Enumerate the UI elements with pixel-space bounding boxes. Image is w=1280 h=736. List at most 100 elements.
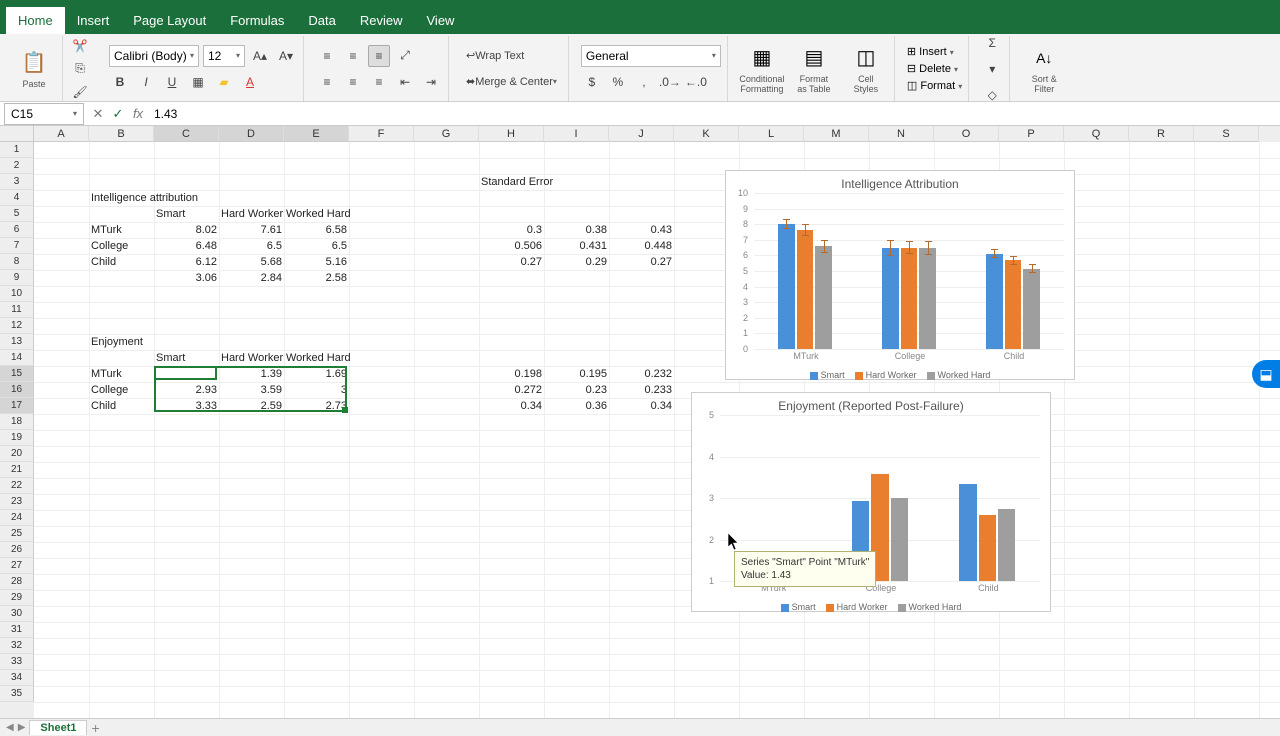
- format-painter-icon[interactable]: 🖌: [69, 82, 91, 101]
- cell-D16[interactable]: 3.59: [219, 382, 284, 398]
- percent-icon[interactable]: %: [607, 71, 629, 93]
- font-color-button[interactable]: A: [239, 71, 261, 93]
- accept-formula-icon[interactable]: ✓: [108, 106, 128, 122]
- sheet-tab-active[interactable]: Sheet1: [29, 720, 87, 735]
- align-right-icon[interactable]: ≡: [368, 71, 390, 93]
- sort-filter-button[interactable]: A↓Sort & Filter: [1022, 44, 1066, 94]
- cell-H16[interactable]: 0.272: [479, 382, 544, 398]
- add-sheet-button[interactable]: +: [91, 720, 99, 736]
- cell-C9[interactable]: 3.06: [154, 270, 219, 286]
- cell-B15[interactable]: MTurk: [89, 366, 124, 382]
- cell-I7[interactable]: 0.431: [544, 238, 609, 254]
- formula-input[interactable]: 1.43: [148, 107, 1280, 121]
- cell-D5[interactable]: Hard Worker: [219, 206, 285, 222]
- cell-D8[interactable]: 5.68: [219, 254, 284, 270]
- cell-E8[interactable]: 5.16: [284, 254, 349, 270]
- increase-indent-icon[interactable]: ⇥: [420, 71, 442, 93]
- ribbon-tab-page-layout[interactable]: Page Layout: [121, 7, 218, 34]
- merge-center-button[interactable]: ⬌ Merge & Center ▾: [461, 71, 562, 93]
- cancel-formula-icon[interactable]: ✕: [88, 106, 108, 122]
- cell-E6[interactable]: 6.58: [284, 222, 349, 238]
- row-headers[interactable]: 1234567891011121314151617181920212223242…: [0, 142, 34, 718]
- border-button[interactable]: ▦: [187, 71, 209, 93]
- wrap-text-button[interactable]: ↩ Wrap Text: [461, 45, 529, 67]
- cell-E16[interactable]: 3: [284, 382, 349, 398]
- copy-icon[interactable]: ⎘: [69, 59, 91, 78]
- ribbon-tab-home[interactable]: Home: [6, 7, 65, 34]
- cell-H15[interactable]: 0.198: [479, 366, 544, 382]
- cell-C7[interactable]: 6.48: [154, 238, 219, 254]
- paste-button[interactable]: 📋 Paste: [12, 49, 56, 89]
- cell-C17[interactable]: 3.33: [154, 398, 219, 414]
- cell-C6[interactable]: 8.02: [154, 222, 219, 238]
- decrease-font-icon[interactable]: A▾: [275, 45, 297, 67]
- bold-button[interactable]: B: [109, 71, 131, 93]
- insert-cells-button[interactable]: ⊞ Insert ▾: [907, 45, 954, 58]
- cell-E17[interactable]: 2.73: [284, 398, 349, 414]
- cell-C15[interactable]: 1.43: [154, 366, 219, 382]
- increase-font-icon[interactable]: A▴: [249, 45, 271, 67]
- cell-B16[interactable]: College: [89, 382, 130, 398]
- cell-B17[interactable]: Child: [89, 398, 118, 414]
- cell-C8[interactable]: 6.12: [154, 254, 219, 270]
- cell-H17[interactable]: 0.34: [479, 398, 544, 414]
- cell-D6[interactable]: 7.61: [219, 222, 284, 238]
- align-middle-icon[interactable]: ≡: [342, 45, 364, 67]
- format-cells-button[interactable]: ◫ Format ▾: [907, 79, 962, 92]
- cell-C5[interactable]: Smart: [154, 206, 187, 222]
- cell-H8[interactable]: 0.27: [479, 254, 544, 270]
- cell-I17[interactable]: 0.36: [544, 398, 609, 414]
- cell-I15[interactable]: 0.195: [544, 366, 609, 382]
- cell-H6[interactable]: 0.3: [479, 222, 544, 238]
- cell-J7[interactable]: 0.448: [609, 238, 674, 254]
- chart-enjoyment-reported-post-failure-[interactable]: Enjoyment (Reported Post-Failure)12345MT…: [691, 392, 1051, 612]
- align-center-icon[interactable]: ≡: [342, 71, 364, 93]
- cell-J15[interactable]: 0.232: [609, 366, 674, 382]
- underline-button[interactable]: U: [161, 71, 183, 93]
- ribbon-tab-view[interactable]: View: [415, 7, 467, 34]
- currency-icon[interactable]: $: [581, 71, 603, 93]
- decrease-indent-icon[interactable]: ⇤: [394, 71, 416, 93]
- ribbon-tab-formulas[interactable]: Formulas: [218, 7, 296, 34]
- italic-button[interactable]: I: [135, 71, 157, 93]
- format-as-table-button[interactable]: ▤Format as Table: [792, 44, 836, 94]
- font-name-select[interactable]: Calibri (Body)▾: [109, 45, 199, 67]
- cell-H7[interactable]: 0.506: [479, 238, 544, 254]
- cell-B6[interactable]: MTurk: [89, 222, 124, 238]
- fill-icon[interactable]: ▾: [981, 58, 1003, 80]
- cell-C14[interactable]: Smart: [154, 350, 187, 366]
- orientation-icon[interactable]: ⤢: [394, 45, 416, 67]
- comma-icon[interactable]: ,: [633, 71, 655, 93]
- cell-B8[interactable]: Child: [89, 254, 118, 270]
- sheet-nav-next[interactable]: ▶: [18, 722, 26, 733]
- cell-J6[interactable]: 0.43: [609, 222, 674, 238]
- ribbon-tab-review[interactable]: Review: [348, 7, 415, 34]
- align-left-icon[interactable]: ≡: [316, 71, 338, 93]
- ribbon-tab-insert[interactable]: Insert: [65, 7, 122, 34]
- ribbon-tab-data[interactable]: Data: [296, 7, 347, 34]
- font-size-select[interactable]: 12▾: [203, 45, 245, 67]
- fx-icon[interactable]: fx: [128, 106, 148, 121]
- conditional-formatting-button[interactable]: ▦Conditional Formatting: [740, 44, 784, 94]
- cell-B13[interactable]: Enjoyment: [89, 334, 145, 350]
- cell-grid[interactable]: Standard ErrorIntelligence attributionSm…: [34, 142, 1280, 718]
- cell-H3[interactable]: Standard Error: [479, 174, 555, 190]
- select-all-corner[interactable]: [0, 126, 34, 142]
- cell-E5[interactable]: Worked Hard: [284, 206, 353, 222]
- cell-E9[interactable]: 2.58: [284, 270, 349, 286]
- cell-J16[interactable]: 0.233: [609, 382, 674, 398]
- cell-B7[interactable]: College: [89, 238, 130, 254]
- cut-icon[interactable]: ✂️: [69, 36, 91, 55]
- chart-intelligence-attribution[interactable]: Intelligence Attribution012345678910MTur…: [725, 170, 1075, 380]
- cell-E15[interactable]: 1.69: [284, 366, 349, 382]
- cell-D15[interactable]: 1.39: [219, 366, 284, 382]
- cell-E7[interactable]: 6.5: [284, 238, 349, 254]
- name-box[interactable]: C15▾: [4, 103, 84, 125]
- cell-J8[interactable]: 0.27: [609, 254, 674, 270]
- clear-icon[interactable]: ◇: [981, 84, 1003, 106]
- cell-B4[interactable]: Intelligence attribution: [89, 190, 200, 206]
- increase-decimal-icon[interactable]: .0→: [659, 71, 681, 93]
- number-format-select[interactable]: General▾: [581, 45, 721, 67]
- autosum-icon[interactable]: Σ: [981, 32, 1003, 54]
- align-top-icon[interactable]: ≡: [316, 45, 338, 67]
